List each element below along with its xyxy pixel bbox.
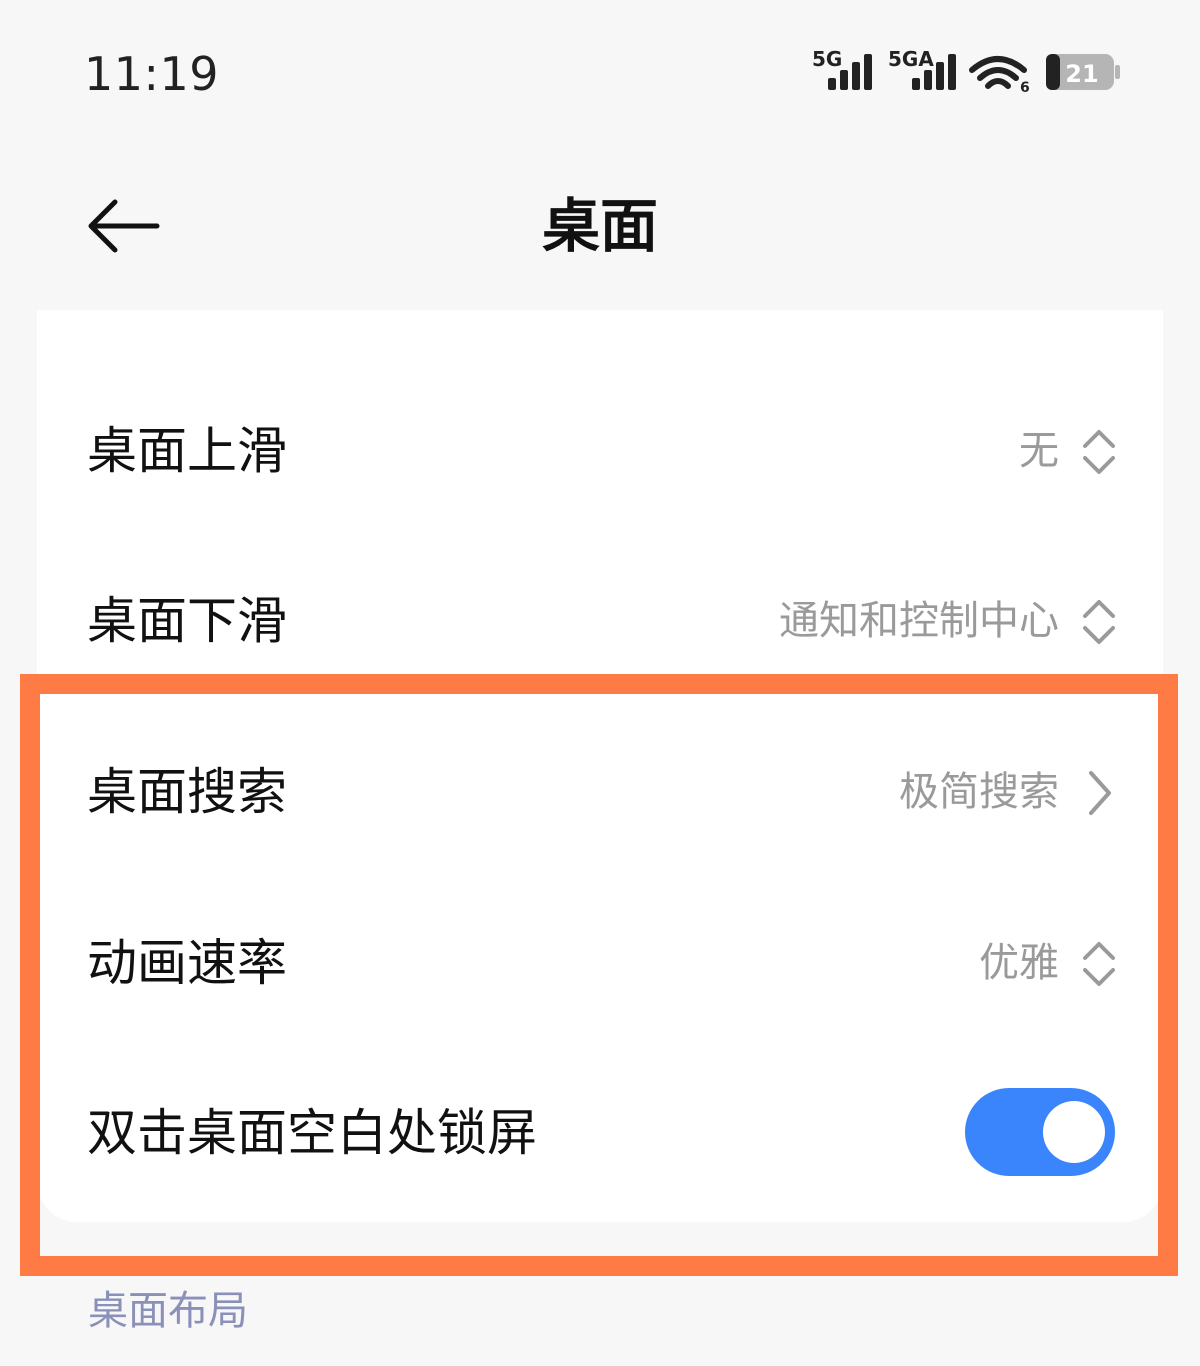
chevron-right-icon: [1089, 771, 1111, 815]
setting-value: 极简搜索: [899, 769, 1059, 815]
sim1-label: 5G: [812, 47, 842, 71]
status-icons: 5G 5GA 6 21: [812, 47, 1120, 96]
signal-icon: 5G: [812, 47, 872, 90]
setting-row-desktop-swipe-up[interactable]: 桌面上滑 无: [37, 366, 1163, 536]
setting-label: 动画速率: [87, 934, 287, 992]
battery-level: 21: [1065, 60, 1098, 88]
setting-label: 桌面下滑: [87, 592, 287, 650]
setting-value: 通知和控制中心: [779, 598, 1059, 644]
battery-icon: 21: [1046, 54, 1120, 90]
page-title: 桌面: [541, 192, 658, 260]
up-down-chevron-icon: [1083, 942, 1115, 986]
wifi-icon: 6: [969, 56, 1030, 96]
setting-row-animation-speed[interactable]: 动画速率 优雅: [37, 878, 1163, 1048]
wifi-badge: 6: [1020, 80, 1030, 96]
setting-label: 双击桌面空白处锁屏: [87, 1104, 537, 1162]
toggle-knob: [1043, 1101, 1105, 1163]
setting-value: 优雅: [979, 940, 1059, 986]
status-bar: 11:19 5G 5GA 6 21: [0, 0, 1200, 140]
setting-label: 桌面搜索: [87, 763, 287, 821]
status-time: 11:19: [84, 47, 220, 101]
section-header-desktop-layout: 桌面布局: [88, 1288, 248, 1334]
setting-row-desktop-search[interactable]: 桌面搜索 极简搜索: [37, 707, 1163, 877]
setting-row-double-tap-lock[interactable]: 双击桌面空白处锁屏: [37, 1048, 1163, 1218]
sim2-label: 5GA: [888, 47, 934, 71]
settings-card: 桌面上滑 无 桌面下滑 通知和控制中心 桌面搜索 极简搜索 动画速率 优雅 双击…: [37, 310, 1163, 1222]
up-down-chevron-icon: [1083, 430, 1115, 474]
header: 桌面: [0, 160, 1200, 290]
signal-icon: 5GA: [888, 47, 956, 90]
up-down-chevron-icon: [1083, 600, 1115, 644]
double-tap-lock-toggle[interactable]: [965, 1088, 1115, 1176]
setting-row-desktop-swipe-down[interactable]: 桌面下滑 通知和控制中心: [37, 536, 1163, 706]
setting-label: 桌面上滑: [87, 422, 287, 480]
setting-value: 无: [1019, 428, 1059, 474]
